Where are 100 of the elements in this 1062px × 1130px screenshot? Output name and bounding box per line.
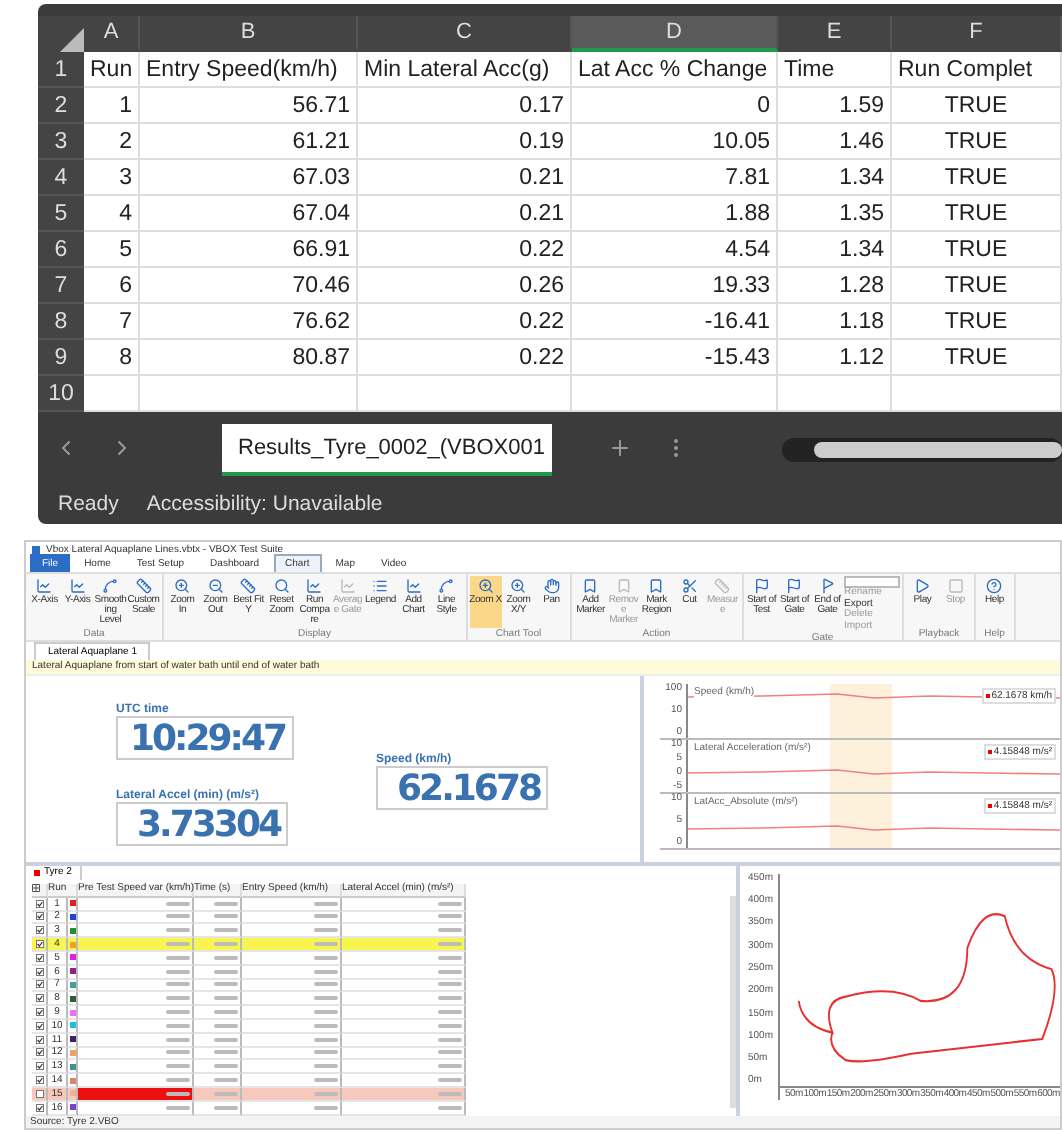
table-cell: TRUE: [892, 232, 1062, 268]
gauge-value: 62.1678: [376, 766, 548, 811]
curve-icon: [438, 578, 455, 595]
table-cell: 0.22: [358, 232, 572, 268]
table-cell: 0.21: [358, 196, 572, 232]
checkbox[interactable]: [35, 980, 43, 989]
checkbox[interactable]: [35, 1035, 43, 1044]
checkbox[interactable]: [35, 912, 43, 921]
row-header[interactable]: 5: [38, 196, 84, 232]
table-cell: 1.88: [572, 196, 778, 232]
zoom-out-icon: [207, 578, 224, 595]
table-cell: TRUE: [892, 340, 1062, 376]
table-cell: 1.35: [778, 196, 892, 232]
table-cell: 2: [84, 124, 140, 160]
table-cell: 19.33: [572, 268, 778, 304]
table-cell: -15.43: [572, 340, 778, 376]
checkbox[interactable]: [35, 1062, 43, 1071]
table-cell: 67.04: [140, 196, 358, 232]
line-chart-icon: [339, 578, 356, 595]
column-header[interactable]: A: [84, 16, 140, 52]
table-cell: 1.18: [778, 304, 892, 340]
gauge-value: 3.73304: [116, 802, 288, 847]
table-cell: TRUE: [892, 304, 1062, 340]
checkbox[interactable]: [35, 953, 43, 962]
line-chart-icon: [69, 578, 86, 595]
zoom-in-icon: [477, 578, 494, 595]
highlight-region: [829, 739, 893, 793]
row-header[interactable]: 10: [38, 376, 84, 412]
table-cell: 1.46: [778, 124, 892, 160]
checkbox[interactable]: [35, 967, 43, 976]
list-icon: [372, 578, 389, 595]
row-header[interactable]: 6: [38, 232, 84, 268]
row-header[interactable]: 1: [38, 52, 84, 88]
table-cell: 70.46: [140, 268, 358, 304]
table-cell: 80.87: [140, 340, 358, 376]
vertical-scrollbar[interactable]: [730, 895, 736, 1107]
checkbox[interactable]: [35, 940, 43, 949]
column-header[interactable]: C: [358, 16, 572, 52]
table-cell: 0.19: [358, 124, 572, 160]
highlight-region: [829, 794, 893, 848]
row-header[interactable]: 2: [38, 88, 84, 124]
play-icon: [914, 578, 931, 595]
status-text: Ready: [58, 492, 119, 516]
gauge-value: 10:29:47: [116, 715, 294, 760]
zoom-in-icon: [174, 578, 191, 595]
search-icon: [273, 578, 290, 595]
checkbox[interactable]: [35, 1048, 43, 1057]
table-cell: TRUE: [892, 160, 1062, 196]
checkbox[interactable]: [35, 994, 43, 1003]
table-cell: 4: [84, 196, 140, 232]
table-cell: Min Lateral Acc(g): [358, 52, 572, 88]
hand-icon: [543, 578, 560, 595]
table-cell: 0.17: [358, 88, 572, 124]
row-header[interactable]: 3: [38, 124, 84, 160]
table-cell: 76.62: [140, 304, 358, 340]
table-cell: 0: [572, 88, 778, 124]
checkbox[interactable]: [35, 926, 43, 935]
table-cell: 66.91: [140, 232, 358, 268]
row-header[interactable]: 8: [38, 304, 84, 340]
column-header[interactable]: D: [572, 16, 778, 52]
table-cell: Time: [778, 52, 892, 88]
row-header[interactable]: 4: [38, 160, 84, 196]
table-cell: Lat Acc % Change: [572, 52, 778, 88]
checkbox[interactable]: [35, 1076, 43, 1084]
checkbox[interactable]: [35, 1089, 43, 1098]
table-cell: 3: [84, 160, 140, 196]
grid-icon[interactable]: [32, 883, 40, 892]
curve-icon: [102, 578, 119, 595]
table-cell: 1.59: [778, 88, 892, 124]
table-cell: 0.22: [358, 304, 572, 340]
table-cell: TRUE: [892, 124, 1062, 160]
row-header[interactable]: 7: [38, 268, 84, 304]
sheet-tab[interactable]: Results_Tyre_0002_(VBOX001: [222, 424, 553, 476]
ruler-icon: [135, 578, 152, 595]
accessibility-status[interactable]: Accessibility: Unavailable: [146, 492, 383, 516]
app-icon: [32, 545, 40, 554]
checkbox[interactable]: [35, 1021, 43, 1030]
table-cell: 67.03: [140, 160, 358, 196]
table-cell: Entry Speed(km/h): [140, 52, 358, 88]
highlight-region: [829, 683, 893, 738]
column-header[interactable]: E: [778, 16, 892, 52]
table-cell: 0.22: [358, 340, 572, 376]
line-chart-icon: [36, 578, 53, 595]
add-sheet-icon[interactable]: [608, 435, 633, 459]
table-cell: Run: [84, 52, 140, 88]
table-cell: 5: [84, 232, 140, 268]
table-cell: 61.21: [140, 124, 358, 160]
line-chart-icon: [306, 578, 323, 595]
row-header[interactable]: 9: [38, 340, 84, 376]
line-chart-icon: [405, 578, 422, 595]
table-cell: Run Complet: [892, 52, 1062, 88]
checkbox[interactable]: [35, 1103, 43, 1112]
horizontal-scrollbar[interactable]: [782, 438, 1062, 462]
column-header[interactable]: F: [892, 16, 1062, 52]
column-header[interactable]: B: [140, 16, 358, 52]
checkbox[interactable]: [35, 1008, 43, 1017]
help-icon: [986, 578, 1003, 595]
stop-icon: [947, 578, 964, 595]
checkbox[interactable]: [35, 899, 43, 908]
table-cell: 7: [84, 304, 140, 340]
